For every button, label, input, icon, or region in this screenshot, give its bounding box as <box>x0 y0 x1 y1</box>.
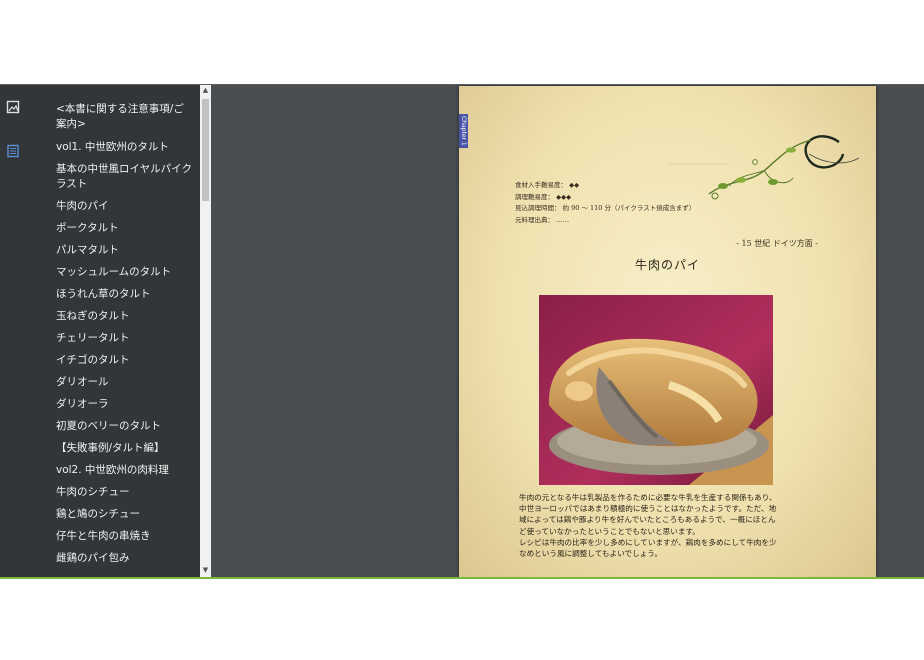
sidebar-rail <box>0 85 26 577</box>
toc-item[interactable]: 牛肉のパイ <box>26 199 200 214</box>
table-of-contents: <本書に関する注意事項/ご案内> vol1. 中世欧州のタルト 基本の中世風ロイ… <box>26 85 200 577</box>
toc-item[interactable]: ダリオール <box>26 375 200 390</box>
toc-item[interactable]: 【失敗事例/タルト編】 <box>26 441 200 456</box>
description-line: 牛肉の元となる牛は乳製品を作るために必要な牛乳を生産する関係もあり、 <box>519 493 777 502</box>
era-label: - 15 世紀 ドイツ方面 - <box>736 239 818 248</box>
meta-cooking-time: 見込調理時間： 約 90 ～ 110 分（パイクラスト焼成含まず） <box>515 204 696 212</box>
toc-item[interactable]: 仔牛と牛肉の串焼き <box>26 529 200 544</box>
pdf-viewer: <本書に関する注意事項/ご案内> vol1. 中世欧州のタルト 基本の中世風ロイ… <box>0 84 924 579</box>
meta-cooking-difficulty: 調理難易度： ◆◆◆ <box>515 193 572 201</box>
scroll-down-arrow-icon[interactable]: ▼ <box>201 566 210 575</box>
toc-item[interactable]: vol2. 中世欧州の肉料理 <box>26 463 200 478</box>
toc-item[interactable]: 牛肉のシチュー <box>26 485 200 500</box>
meta-ingredient-difficulty: 食材入手難易度： ◆◆ <box>515 181 580 189</box>
ornament-vine-icon <box>669 135 859 200</box>
chapter-tab: Chapter 1 <box>459 114 468 148</box>
description-line: なめという風に調整してもよいでしょう。 <box>519 549 662 559</box>
description-line: 域によっては鶏や豚より牛を好んでいたところもあるようで、一概にほとん <box>519 515 776 525</box>
toc-item[interactable]: パルマタルト <box>26 243 200 258</box>
recipe-title: 牛肉のパイ <box>634 258 700 272</box>
toc-item[interactable]: ポークタルト <box>26 221 200 236</box>
toc-scrollbar[interactable]: ▲ ▼ <box>200 85 211 577</box>
scrollbar-thumb[interactable] <box>202 99 209 201</box>
toc-item[interactable]: ほうれん草のタルト <box>26 287 200 302</box>
toc-item[interactable]: ダリオーラ <box>26 397 200 412</box>
list-icon[interactable] <box>6 143 20 158</box>
meta-source: 元料理出典： …… <box>515 216 570 224</box>
description-line: 中世ヨーロッパではあまり積極的に使うことはなかったようです。ただ、地 <box>519 504 777 514</box>
description-line: レシピは牛肉の比率を少し多めにしていますが、鶏肉を多めにして牛肉を少 <box>519 537 777 547</box>
beef-pie-photo <box>539 295 773 485</box>
toc-item[interactable]: 雌鶏のパイ包み <box>26 551 200 566</box>
toc-item[interactable]: イチゴのタルト <box>26 353 200 368</box>
toc-item[interactable]: 鶏と鳩のシチュー <box>26 507 200 522</box>
description-line: ど使っていなかったということでもないと思います。 <box>519 526 700 536</box>
toc-item[interactable]: マッシュルームのタルト <box>26 265 200 280</box>
image-icon[interactable] <box>6 99 20 114</box>
recipe-description: 牛肉の元となる牛は乳製品を作るために必要な牛乳を生産する関係もあり、 中世ヨーロ… <box>519 492 797 559</box>
pdf-page: Chapter 1 食材入手難易度： ◆◆ 調理難易度： ◆◆◆ 見込調理時間：… <box>459 86 876 577</box>
toc-item[interactable]: 初夏のベリーのタルト <box>26 419 200 434</box>
toc-item[interactable]: <本書に関する注意事項/ご案内> <box>26 102 200 132</box>
toc-item[interactable]: 玉ねぎのタルト <box>26 309 200 324</box>
scroll-up-arrow-icon[interactable]: ▲ <box>201 86 210 95</box>
toc-item[interactable]: 基本の中世風ロイヤルパイクラスト <box>26 162 200 192</box>
toc-item[interactable]: チェリータルト <box>26 331 200 346</box>
toc-item[interactable]: vol1. 中世欧州のタルト <box>26 140 200 155</box>
